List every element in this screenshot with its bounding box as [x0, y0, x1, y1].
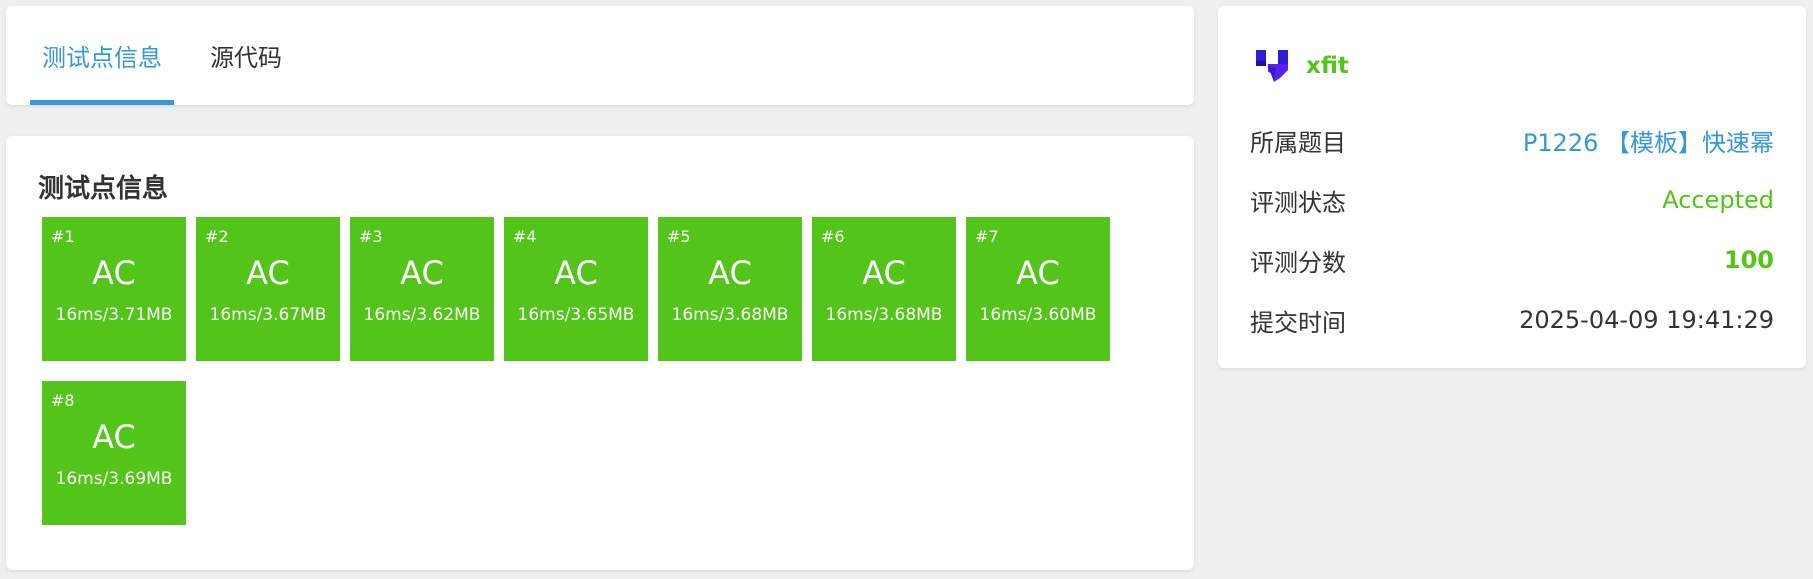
test-case-detail: 16ms/3.65MB — [517, 305, 635, 325]
test-case-index: #2 — [205, 227, 229, 246]
test-case-status: AC — [554, 254, 598, 292]
test-case-7[interactable]: #7 AC 16ms/3.60MB — [966, 217, 1110, 361]
test-case-8[interactable]: #8 AC 16ms/3.69MB — [42, 381, 186, 525]
test-case-4[interactable]: #4 AC 16ms/3.65MB — [504, 217, 648, 361]
test-case-detail: 16ms/3.62MB — [363, 305, 481, 325]
info-row-status: 评测状态 Accepted — [1250, 180, 1774, 220]
test-case-status: AC — [400, 254, 444, 292]
submission-info-card: xfit 所属题目 P1226 【模板】快速幂 评测状态 Accepted 评测… — [1218, 6, 1806, 368]
test-case-status: AC — [92, 254, 136, 292]
test-case-status: AC — [708, 254, 752, 292]
test-case-2[interactable]: #2 AC 16ms/3.67MB — [196, 217, 340, 361]
test-case-index: #4 — [513, 227, 537, 246]
test-case-detail: 16ms/3.68MB — [671, 305, 789, 325]
tab-bar: 测试点信息 源代码 — [6, 6, 1194, 105]
test-case-5[interactable]: #5 AC 16ms/3.68MB — [658, 217, 802, 361]
test-case-detail: 16ms/3.60MB — [979, 305, 1097, 325]
user-link[interactable]: xfit — [1254, 44, 1349, 88]
tab-source-code[interactable]: 源代码 — [198, 6, 294, 105]
test-case-index: #7 — [975, 227, 999, 246]
tab-test-points[interactable]: 测试点信息 — [30, 6, 174, 105]
problem-link[interactable]: P1226 【模板】快速幂 — [1523, 123, 1774, 158]
test-case-detail: 16ms/3.68MB — [825, 305, 943, 325]
submit-time-label: 提交时间 — [1250, 308, 1346, 337]
test-case-3[interactable]: #3 AC 16ms/3.62MB — [350, 217, 494, 361]
test-case-index: #5 — [667, 227, 691, 246]
submit-time-value: 2025-04-09 19:41:29 — [1519, 306, 1774, 334]
test-case-index: #3 — [359, 227, 383, 246]
test-points-card: 测试点信息 #1 AC 16ms/3.71MB #2 AC 16ms/3.67M… — [6, 136, 1194, 570]
test-case-status: AC — [862, 254, 906, 292]
test-case-detail: 16ms/3.71MB — [55, 305, 173, 325]
test-case-detail: 16ms/3.67MB — [209, 305, 327, 325]
tabs-card: 测试点信息 源代码 — [6, 6, 1194, 105]
test-case-6[interactable]: #6 AC 16ms/3.68MB — [812, 217, 956, 361]
test-case-status: AC — [92, 418, 136, 456]
user-avatar-icon — [1256, 50, 1288, 82]
test-case-grid: #1 AC 16ms/3.71MB #2 AC 16ms/3.67MB #3 A… — [42, 217, 1152, 525]
test-case-1[interactable]: #1 AC 16ms/3.71MB — [42, 217, 186, 361]
info-row-submit-time: 提交时间 2025-04-09 19:41:29 — [1250, 300, 1774, 340]
test-case-index: #6 — [821, 227, 845, 246]
problem-label: 所属题目 — [1250, 128, 1346, 157]
status-label: 评测状态 — [1250, 188, 1346, 217]
info-row-problem: 所属题目 P1226 【模板】快速幂 — [1250, 120, 1774, 160]
test-case-index: #1 — [51, 227, 75, 246]
test-case-status: AC — [246, 254, 290, 292]
info-row-score: 评测分数 100 — [1250, 240, 1774, 280]
score-value: 100 — [1723, 246, 1774, 274]
username[interactable]: xfit — [1306, 53, 1349, 79]
test-case-detail: 16ms/3.69MB — [55, 469, 173, 489]
status-value: Accepted — [1662, 186, 1774, 214]
score-label: 评测分数 — [1250, 248, 1346, 277]
test-case-status: AC — [1016, 254, 1060, 292]
test-case-index: #8 — [51, 391, 75, 410]
section-title: 测试点信息 — [38, 174, 169, 204]
